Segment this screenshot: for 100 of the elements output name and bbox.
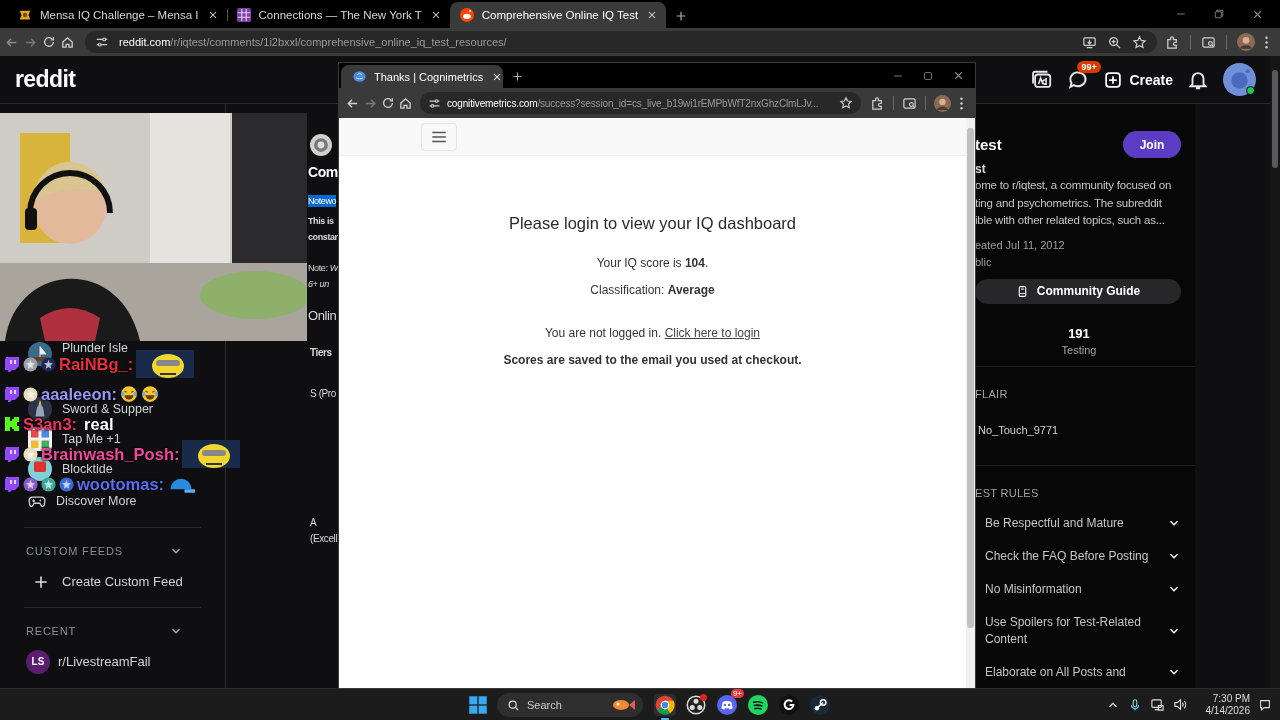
rule-item[interactable]: Elaborate on All Posts and xyxy=(985,663,1157,681)
community-guide-button[interactable]: Community Guide xyxy=(975,278,1181,304)
volume-icon[interactable] xyxy=(1172,697,1188,712)
sidebar-item[interactable]: r/LivestreamFail xyxy=(58,654,151,669)
zoom-icon[interactable] xyxy=(1107,34,1122,50)
login-link[interactable]: Click here to login xyxy=(664,326,760,340)
laughing-emoji-icon xyxy=(120,385,139,403)
post-text: 6+ un xyxy=(308,278,329,291)
clock-date[interactable]: 4/14/2026 xyxy=(1205,704,1250,717)
reddit-logo[interactable]: reddit xyxy=(15,66,76,93)
scrollbar[interactable] xyxy=(966,118,975,688)
rule-item[interactable]: Use Spoilers for Test-Related Content xyxy=(985,613,1157,648)
rule-item[interactable]: No Misinformation xyxy=(985,580,1157,598)
restore-icon[interactable] xyxy=(1213,8,1225,20)
create-button[interactable]: Create xyxy=(1103,69,1173,90)
address-bar[interactable]: cognitivemetrics.com/success?session_id=cs_live_b19wi1rEMPbWfT2nxGhzClmLJv... xyxy=(420,92,861,114)
post-text: constar xyxy=(308,231,338,244)
chat-bubble-icon xyxy=(4,356,20,372)
menu-button[interactable] xyxy=(421,122,457,151)
badge-icon xyxy=(23,356,38,372)
notification-dot xyxy=(700,693,707,701)
chat-username: Brainwash_Posh: xyxy=(41,445,180,463)
start-icon[interactable] xyxy=(468,694,488,715)
rule-item[interactable]: Check the FAQ Before Posting xyxy=(985,547,1157,565)
section-heading[interactable]: RECENT xyxy=(26,625,77,637)
chat-message: real xyxy=(84,415,114,433)
created-date: eated Jul 11, 2012 xyxy=(975,238,1066,251)
notification-badge: 99+ xyxy=(1077,60,1101,73)
community-avatar: LS xyxy=(26,649,50,674)
table-header: Tiers xyxy=(309,347,332,358)
ad-icon[interactable] xyxy=(1031,68,1054,91)
laughing-emoji-icon xyxy=(141,385,160,403)
badge-icon xyxy=(41,476,56,492)
clock-time[interactable]: 7:30 PM xyxy=(1212,692,1250,705)
save-note: Scores are saved to the email you used at checkout. xyxy=(503,353,802,367)
avatar-icon[interactable] xyxy=(1223,63,1256,96)
chat-bubble-icon xyxy=(4,476,20,492)
sidebar-item[interactable]: Tap Me +1 xyxy=(62,433,121,445)
user-flair: No_Touch_9771 xyxy=(978,423,1060,436)
site-settings-icon[interactable] xyxy=(428,96,441,110)
chat-username: wootomas: xyxy=(77,475,165,493)
split-view-icon[interactable] xyxy=(1201,34,1216,50)
search-field[interactable]: Search xyxy=(497,692,643,717)
section-heading: EST RULES xyxy=(975,486,1040,499)
install-icon[interactable] xyxy=(1082,34,1097,50)
search-icon xyxy=(507,698,520,712)
home-icon[interactable] xyxy=(60,34,75,50)
chat-username: S3an3: xyxy=(23,415,78,433)
gaming-app-icon[interactable] xyxy=(779,694,799,715)
section-heading[interactable]: CUSTOM FEEDS xyxy=(26,545,123,557)
bookmark-star-icon[interactable] xyxy=(839,96,853,110)
sidebar-item[interactable]: Blocktide xyxy=(62,463,113,475)
sidebar-item[interactable]: Create Custom Feed xyxy=(62,574,183,589)
rule-item[interactable]: Be Respectful and Mature xyxy=(985,514,1157,532)
scrollbar[interactable] xyxy=(1270,56,1280,688)
discord-icon[interactable] xyxy=(717,694,737,715)
profile-avatar-icon[interactable] xyxy=(1237,33,1255,51)
section-heading: FLAIR xyxy=(975,387,1009,400)
browser-tab[interactable]: Comprehensive Online IQ Test xyxy=(449,2,667,28)
join-button[interactable]: Join xyxy=(1123,131,1181,158)
badge-icon xyxy=(23,386,38,402)
browser-tab[interactable]: Thanks | Cognimetrics xyxy=(341,65,503,88)
community-description: ible with other related topics, such as... xyxy=(975,213,1165,228)
badge-icon xyxy=(23,446,38,462)
grid-icon xyxy=(236,8,251,22)
home-icon[interactable] xyxy=(398,95,413,111)
game-store-icon[interactable] xyxy=(810,694,830,715)
chat-bubble-icon xyxy=(4,386,20,402)
login-notice: You are not logged in. Click here to login xyxy=(544,326,760,340)
sidebar-item[interactable]: Plunder Isle xyxy=(62,342,128,354)
profile-avatar-icon[interactable] xyxy=(934,94,951,112)
address-bar[interactable]: reddit.com/r/iqtest/comments/1i2bxxl/comprehensive_online_iq_test_resources/ xyxy=(85,31,1157,53)
site-settings-icon[interactable] xyxy=(95,35,109,49)
sidebar-item[interactable]: Discover More xyxy=(56,495,137,507)
reload-icon[interactable] xyxy=(381,96,395,110)
bookmark-star-icon[interactable] xyxy=(1132,34,1147,50)
reload-icon[interactable] xyxy=(42,35,56,49)
recorder-icon[interactable] xyxy=(686,694,706,715)
chat-bubble-icon xyxy=(4,446,20,462)
table-cell-text: (Excell xyxy=(310,532,338,546)
new-tab-icon[interactable] xyxy=(511,70,524,83)
url-text: cognitivemetrics.com/success?session_id=cs_live_b19wi1rEMPbWfT2nxGhzClmLJv... xyxy=(447,97,820,109)
plus-icon xyxy=(1103,69,1124,90)
browser-tab[interactable]: Connections — The New York T xyxy=(226,2,450,28)
music-icon[interactable] xyxy=(748,694,768,715)
extensions-icon[interactable] xyxy=(870,95,885,111)
maximize-icon[interactable] xyxy=(922,69,934,82)
extensions-icon[interactable] xyxy=(1165,34,1180,50)
network-icon[interactable] xyxy=(1149,697,1165,712)
emote-icon xyxy=(136,350,195,378)
badge-icon xyxy=(41,356,56,372)
split-view-icon[interactable] xyxy=(902,95,917,111)
community-avatar-icon xyxy=(310,134,332,156)
browser-icon[interactable] xyxy=(655,694,675,715)
notifications-icon[interactable] xyxy=(1258,697,1272,712)
sidebar-item[interactable]: Sword & Supper xyxy=(62,403,154,415)
online-status-dot xyxy=(1246,86,1255,95)
browser-tab[interactable]: Mensa IQ Challenge – Mensa I xyxy=(8,2,227,28)
chat-username: aaaleeon: xyxy=(41,385,118,403)
table-cell-text: S (Pro xyxy=(310,387,336,401)
